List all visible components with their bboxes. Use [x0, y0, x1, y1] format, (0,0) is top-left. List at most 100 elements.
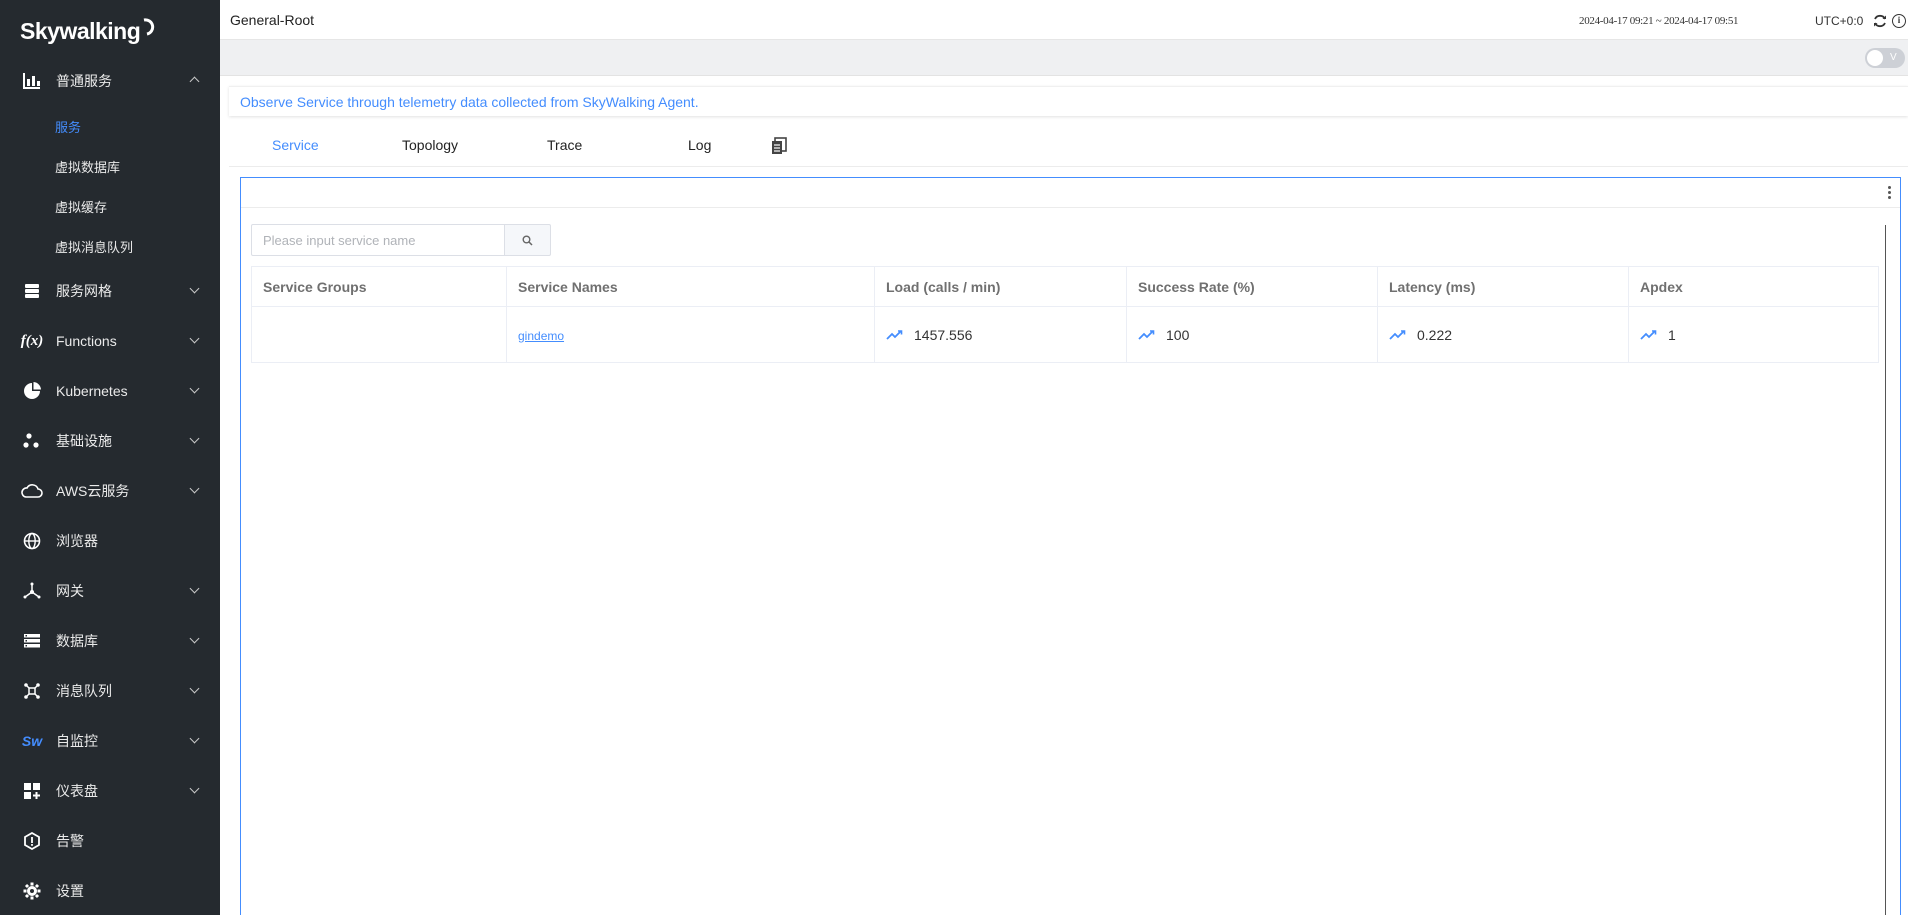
chevron-down-icon [189, 433, 200, 444]
menu-functions[interactable]: f(x) Functions [0, 321, 220, 361]
trend-chart-icon[interactable] [1640, 329, 1658, 341]
load-value: 1457.556 [914, 326, 973, 343]
menu-label: 设置 [56, 883, 84, 899]
chevron-down-icon [189, 733, 200, 744]
menu-database[interactable]: 数据库 [0, 621, 220, 661]
menu-alarm[interactable]: 告警 [0, 821, 220, 861]
sidebar: Skywalking 普通服务 服务 虚拟数据库 虚拟缓存 虚拟消息队列 服务网… [0, 0, 220, 915]
submenu-item-virtual-cache[interactable]: 虚拟缓存 [0, 188, 220, 224]
menu-general-service[interactable]: 普通服务 [0, 61, 220, 101]
alarm-shield-icon [20, 829, 44, 853]
menu-infrastructure[interactable]: 基础设施 [0, 421, 220, 461]
menu-kubernetes[interactable]: Kubernetes [0, 371, 220, 411]
tab-topology[interactable]: Topology [402, 137, 458, 153]
chevron-down-icon [189, 783, 200, 794]
menu-label: 浏览器 [56, 533, 98, 549]
chevron-down-icon [189, 633, 200, 644]
timezone-label[interactable]: UTC+0:0 [1815, 14, 1863, 28]
success-rate-value: 100 [1166, 326, 1190, 343]
menu-label: 基础设施 [56, 433, 112, 449]
menu-self-observability[interactable]: Sw 自监控 [0, 721, 220, 761]
menu-label: 仪表盘 [56, 783, 98, 799]
menu-label: 告警 [56, 833, 84, 849]
tab-trace[interactable]: Trace [547, 137, 582, 153]
service-name-cell: gindemo [506, 306, 875, 363]
menu-label: 自监控 [56, 733, 98, 749]
column-header: Service Groups [251, 266, 507, 307]
menu-label: Functions [56, 333, 117, 349]
skywalking-logo[interactable]: Skywalking [0, 0, 220, 62]
menu-gateway[interactable]: 网关 [0, 571, 220, 611]
scrollbar[interactable] [1885, 225, 1886, 915]
menu-service-mesh[interactable]: 服务网格 [0, 271, 220, 311]
info-icon[interactable]: i [1892, 14, 1906, 28]
menu-label: 网关 [56, 583, 84, 599]
menu-browser[interactable]: 浏览器 [0, 521, 220, 561]
function-icon: f(x) [20, 332, 44, 349]
service-name-link[interactable]: gindemo [518, 329, 564, 343]
more-options-icon[interactable] [1888, 186, 1892, 202]
cloud-icon [20, 479, 44, 503]
submenu-item-service[interactable]: 服务 [0, 108, 220, 144]
gateway-icon [20, 579, 44, 603]
submenu-item-virtual-database[interactable]: 虚拟数据库 [0, 148, 220, 184]
column-header: Service Names [506, 266, 875, 307]
menu-label: 数据库 [56, 633, 98, 649]
globe-icon [20, 529, 44, 553]
apdex-value: 1 [1668, 326, 1676, 343]
chevron-down-icon [189, 483, 200, 494]
toggle-label: V [1890, 52, 1897, 63]
chevron-down-icon [189, 333, 200, 344]
search-icon [522, 235, 533, 246]
chart-bar-icon [20, 69, 44, 93]
widget-header [241, 178, 1900, 208]
service-group-cell [251, 306, 507, 363]
database-icon [20, 629, 44, 653]
menu-label: 服务网格 [56, 283, 112, 299]
chevron-down-icon [189, 683, 200, 694]
search-bar [251, 224, 551, 256]
column-header: Apdex [1628, 266, 1879, 307]
table-header-row: Service Groups Service Names Load (calls… [251, 266, 1879, 307]
trend-chart-icon[interactable] [886, 329, 904, 341]
description-text: Observe Service through telemetry data c… [240, 94, 699, 110]
trend-chart-icon[interactable] [1389, 329, 1407, 341]
dashboard-grid-icon [20, 779, 44, 803]
time-range-picker[interactable]: 2024-04-17 09:21 ~ 2024-04-17 09:51 [1579, 15, 1739, 27]
tab-bar: Service Topology Trace Log [229, 125, 1908, 167]
chevron-down-icon [189, 283, 200, 294]
copy-icon[interactable] [771, 137, 787, 155]
message-queue-icon [20, 679, 44, 703]
menu-settings[interactable]: 设置 [0, 871, 220, 911]
logo-text: Skywalking [20, 17, 141, 44]
menu-aws[interactable]: AWS云服务 [0, 471, 220, 511]
menu-message-queue[interactable]: 消息队列 [0, 671, 220, 711]
search-button[interactable] [505, 224, 551, 256]
tab-log[interactable]: Log [688, 137, 711, 153]
menu-label: AWS云服务 [56, 483, 130, 499]
column-header: Load (calls / min) [874, 266, 1127, 307]
menu-dashboard[interactable]: 仪表盘 [0, 771, 220, 811]
page-title: General-Root [230, 12, 315, 28]
column-header: Success Rate (%) [1126, 266, 1378, 307]
top-bar: General-Root 2024-04-17 09:21 ~ 2024-04-… [220, 0, 1908, 40]
column-header: Latency (ms) [1377, 266, 1629, 307]
search-input[interactable] [251, 224, 505, 256]
description-bar: Observe Service through telemetry data c… [229, 86, 1908, 116]
toggle-knob [1867, 50, 1883, 66]
refresh-icon[interactable] [1873, 14, 1887, 28]
table-row: gindemo 1457.556 100 0.222 1 [251, 306, 1879, 363]
apdex-cell: 1 [1628, 306, 1879, 363]
menu-label: 普通服务 [56, 73, 112, 89]
gear-icon [20, 879, 44, 903]
edit-mode-toggle[interactable]: V [1865, 48, 1905, 68]
success-rate-cell: 100 [1126, 306, 1378, 363]
tab-service[interactable]: Service [272, 137, 319, 153]
submenu-item-virtual-mq[interactable]: 虚拟消息队列 [0, 228, 220, 264]
chevron-up-icon [189, 76, 200, 87]
trend-chart-icon[interactable] [1138, 329, 1156, 341]
menu-label: Kubernetes [56, 383, 128, 399]
service-list-widget: Service Groups Service Names Load (calls… [240, 177, 1901, 915]
logo-swoosh-icon [143, 18, 155, 36]
pie-chart-icon [20, 379, 44, 403]
